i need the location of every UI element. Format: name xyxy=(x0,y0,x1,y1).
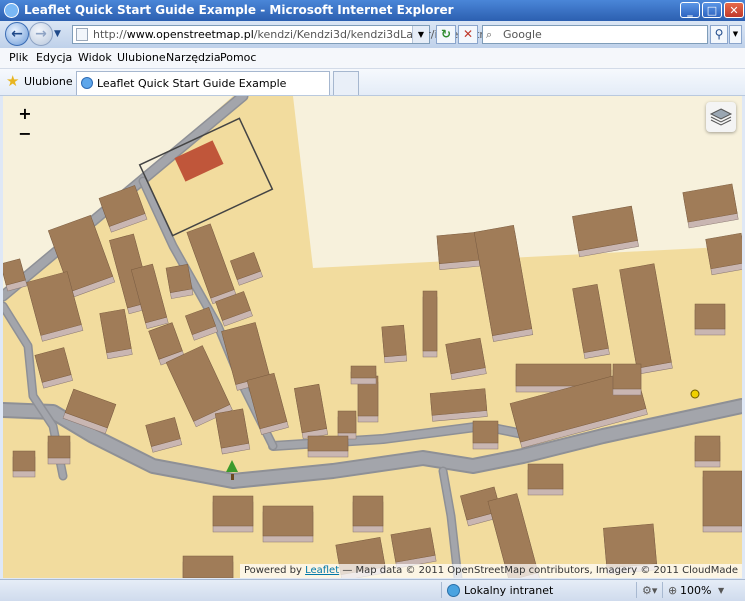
building xyxy=(47,435,71,465)
address-url[interactable]: http://www.openstreetmap.pl/kendzi/Kendz… xyxy=(93,28,493,41)
building xyxy=(337,410,357,440)
building xyxy=(694,435,721,468)
search-button[interactable]: ⚲ xyxy=(710,25,728,44)
protected-mode-icon[interactable]: ⚙▾ xyxy=(642,584,657,597)
tab-active[interactable]: Leaflet Quick Start Guide Example xyxy=(76,71,330,95)
building xyxy=(352,495,384,533)
window-title: Leaflet Quick Start Guide Example - Micr… xyxy=(24,3,454,17)
building xyxy=(12,450,36,478)
building xyxy=(472,420,499,450)
search-input[interactable]: Google xyxy=(503,28,542,41)
menu-item-pomoc[interactable]: Pomoc xyxy=(220,51,256,64)
menu-bar: Plik Edycja Widok Ulubione Narzędzia Pom… xyxy=(0,48,745,69)
building xyxy=(212,495,254,533)
title-bar: Leaflet Quick Start Guide Example - Micr… xyxy=(0,0,745,21)
new-tab-button[interactable] xyxy=(333,71,359,95)
menu-item-ulubione[interactable]: Ulubione xyxy=(117,51,166,64)
status-separator xyxy=(441,582,442,598)
building xyxy=(436,232,480,270)
layers-icon xyxy=(709,108,733,126)
zoom-control: + − xyxy=(15,104,35,144)
building xyxy=(3,258,28,292)
close-button[interactable]: ✕ xyxy=(724,2,744,18)
leaflet-link[interactable]: Leaflet xyxy=(305,565,339,576)
layers-button[interactable] xyxy=(706,102,736,132)
building xyxy=(262,505,314,543)
building xyxy=(527,463,564,496)
building xyxy=(702,470,742,533)
status-separator xyxy=(636,582,637,598)
globe-icon xyxy=(447,584,460,597)
zoom-icon[interactable]: ⊕ xyxy=(668,584,677,597)
forward-button[interactable]: → xyxy=(29,22,53,46)
menu-item-plik[interactable]: Plik xyxy=(9,51,28,64)
address-bar[interactable]: http://www.openstreetmap.pl/kendzi/Kendz… xyxy=(72,25,493,44)
zoom-in-button[interactable]: + xyxy=(15,104,35,124)
refresh-button[interactable]: ↻ xyxy=(436,25,456,44)
address-dropdown-icon[interactable]: ▼ xyxy=(412,26,429,43)
back-button[interactable]: ← xyxy=(5,22,29,46)
map-viewport[interactable]: + − Powered by Leaflet — Map data © 2011… xyxy=(3,96,742,578)
status-bar: Lokalny intranet ⚙▾ ⊕ 100% ▼ xyxy=(0,579,745,601)
building xyxy=(350,365,377,385)
maximize-button[interactable]: □ xyxy=(702,2,722,18)
status-separator xyxy=(662,582,663,598)
zoom-level[interactable]: 100% xyxy=(680,584,711,597)
history-dropdown-icon[interactable]: ▼ xyxy=(54,29,61,39)
building xyxy=(705,232,742,276)
building xyxy=(694,303,726,336)
building xyxy=(572,205,639,258)
security-zone: Lokalny intranet xyxy=(464,584,554,597)
minimize-button[interactable]: _ xyxy=(680,2,700,18)
building xyxy=(381,324,408,364)
map-canvas[interactable] xyxy=(3,96,742,578)
building xyxy=(612,363,642,396)
ie-logo-icon xyxy=(4,3,19,18)
stop-button[interactable]: ✕ xyxy=(458,25,478,44)
search-options-icon[interactable]: ▼ xyxy=(729,25,742,44)
poi-marker xyxy=(690,389,700,399)
building xyxy=(422,290,438,358)
page-icon xyxy=(76,28,88,41)
building xyxy=(390,527,437,569)
building xyxy=(307,435,349,458)
map-attribution: Powered by Leaflet — Map data © 2011 Ope… xyxy=(239,564,742,578)
search-box[interactable]: ⌕ Google xyxy=(482,25,708,44)
building xyxy=(182,555,234,578)
menu-item-narzedzia[interactable]: Narzędzia xyxy=(166,51,221,64)
search-provider-icon: ⌕ xyxy=(486,28,493,41)
menu-item-widok[interactable]: Widok xyxy=(78,51,112,64)
tab-ie-icon xyxy=(81,77,93,89)
favorites-bar: ★ Ulubione Leaflet Quick Start Guide Exa… xyxy=(0,69,745,96)
building xyxy=(429,388,488,422)
favorites-star-icon[interactable]: ★ xyxy=(6,73,19,89)
navigation-bar: ← → ▼ http://www.openstreetmap.pl/kendzi… xyxy=(0,21,745,48)
building xyxy=(682,183,739,229)
tab-title: Leaflet Quick Start Guide Example xyxy=(97,77,287,90)
zoom-out-button[interactable]: − xyxy=(15,124,35,144)
building xyxy=(445,337,487,381)
zoom-dropdown-icon[interactable]: ▼ xyxy=(718,586,724,595)
menu-item-edycja[interactable]: Edycja xyxy=(36,51,72,64)
favorites-label[interactable]: Ulubione xyxy=(24,75,73,88)
